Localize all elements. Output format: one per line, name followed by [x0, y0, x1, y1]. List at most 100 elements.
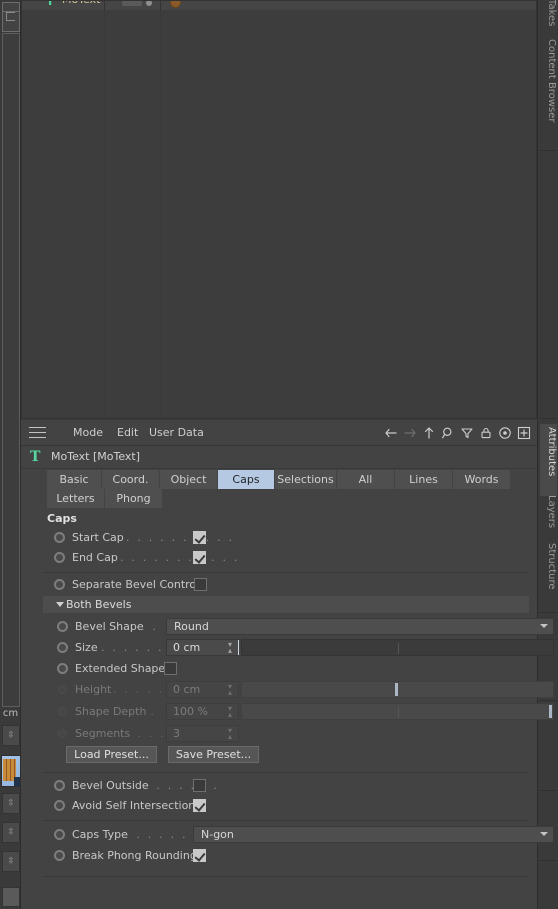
bevel-outside-checkbox[interactable]: [193, 779, 206, 792]
layout-preset-icon[interactable]: [2, 2, 20, 32]
end-cap-checkbox[interactable]: [193, 551, 206, 564]
leader-dots: . . . . . . . . . .: [126, 531, 235, 544]
row-label: Avoid Self Intersections: [72, 799, 201, 812]
menu-item-mode[interactable]: Mode: [73, 426, 103, 439]
animation-track-dot[interactable]: [57, 663, 68, 674]
size-input[interactable]: 0 cm ▾ ▴: [166, 639, 239, 656]
separate-bevel-controls-checkbox[interactable]: [194, 578, 207, 591]
animation-track-dot[interactable]: [54, 552, 65, 563]
object-visibility-dots[interactable]: [122, 1, 142, 6]
tab-phong[interactable]: Phong: [105, 489, 163, 508]
break-phong-rounding-checkbox[interactable]: [193, 849, 206, 862]
height-input[interactable]: 0 cm ▾ ▴: [166, 681, 239, 698]
segments-input[interactable]: 3 ▾ ▴: [166, 725, 239, 742]
animation-track-dot[interactable]: [54, 532, 65, 543]
slider-midmark: [398, 643, 399, 654]
menu-icon[interactable]: [29, 427, 46, 438]
filter-icon[interactable]: [460, 426, 474, 440]
left-rail: cm ⇳ ⇳ ⇳ ⇳: [0, 0, 21, 909]
group-label: Both Bevels: [66, 598, 132, 611]
animation-track-dot[interactable]: [54, 579, 65, 590]
timeline-strip[interactable]: [2, 33, 20, 707]
object-toggle-dot[interactable]: [146, 1, 152, 6]
rail-spinner-2[interactable]: ⇳: [2, 793, 20, 814]
slider-knob[interactable]: [395, 683, 398, 696]
tab-label: Words: [464, 473, 499, 486]
attribute-manager-toolbar: Mode Edit User Data: [21, 420, 537, 446]
attribute-object-header: T MoText [MoText]: [21, 446, 537, 469]
menu-item-edit[interactable]: Edit: [117, 426, 138, 439]
separator: [43, 772, 529, 773]
shape-depth-input[interactable]: 100 % ▾ ▴: [166, 703, 239, 720]
row-end-cap: End Cap . . . . . . . . . . .: [21, 548, 537, 568]
bevel-shape-dropdown[interactable]: Round: [166, 618, 554, 635]
animation-track-dot[interactable]: [57, 621, 68, 632]
back-arrow-icon[interactable]: [384, 426, 398, 440]
vtab-layers[interactable]: Layers: [540, 492, 557, 544]
vtab-content-browser[interactable]: Content Browser: [540, 36, 557, 154]
stepper-icon[interactable]: ▾ ▴: [226, 727, 234, 741]
row-label: Height: [75, 683, 112, 696]
tab-caps[interactable]: Caps: [218, 470, 275, 489]
tab-selections[interactable]: Selections: [275, 470, 337, 489]
animation-track-dot[interactable]: [58, 707, 67, 716]
height-slider[interactable]: [241, 681, 554, 698]
shape-depth-slider[interactable]: [241, 703, 554, 720]
separator: [43, 820, 529, 821]
add-panel-icon[interactable]: [517, 426, 531, 440]
object-manager-body[interactable]: [22, 10, 536, 418]
up-arrow-icon[interactable]: [422, 426, 436, 440]
animation-track-dot[interactable]: [54, 800, 65, 811]
start-cap-checkbox[interactable]: [193, 531, 206, 544]
tab-lines[interactable]: Lines: [395, 470, 453, 489]
tab-all[interactable]: All: [337, 470, 395, 489]
vtab-attributes[interactable]: Attributes: [540, 424, 557, 496]
tab-object[interactable]: Object: [160, 470, 218, 489]
object-manager-row-motext[interactable]: T MoText: [22, 1, 536, 10]
tab-basic[interactable]: Basic: [47, 470, 102, 489]
tab-label: Lines: [409, 473, 438, 486]
animation-track-dot[interactable]: [54, 829, 65, 840]
chevron-down-icon[interactable]: [56, 602, 64, 607]
record-target-icon[interactable]: [498, 426, 512, 440]
attribute-object-title: MoText [MoText]: [51, 450, 141, 463]
slider-knob[interactable]: [549, 705, 552, 718]
row-bevel-shape: Bevel Shape . . Round: [21, 617, 554, 637]
tab-coord[interactable]: Coord.: [102, 470, 160, 489]
row-label: Bevel Shape: [75, 620, 144, 633]
chevron-down-icon: [540, 624, 548, 628]
tab-label: Letters: [56, 492, 95, 505]
menu-item-user-data[interactable]: User Data: [149, 426, 204, 439]
tab-words[interactable]: Words: [453, 470, 511, 489]
save-preset-button[interactable]: Save Preset...: [168, 746, 259, 763]
group-both-bevels[interactable]: Both Bevels: [43, 596, 529, 613]
material-thumbnail[interactable]: [1, 755, 21, 787]
right-rail: Takes Content Browser Attributes Layers …: [537, 0, 558, 909]
caps-type-dropdown[interactable]: N-gon: [193, 826, 554, 843]
animation-track-dot[interactable]: [58, 729, 67, 738]
row-label: Extended Shape: [75, 662, 166, 675]
rail-spinner-4[interactable]: ⇳: [2, 851, 20, 872]
lock-icon[interactable]: [479, 426, 493, 440]
object-manager[interactable]: T MoText: [21, 0, 537, 419]
forward-arrow-icon[interactable]: [403, 426, 417, 440]
stepper-icon[interactable]: ▾ ▴: [226, 705, 234, 719]
animation-track-dot[interactable]: [54, 850, 65, 861]
size-slider[interactable]: [241, 639, 554, 656]
rail-bottom-button[interactable]: [2, 887, 20, 907]
object-tag-icon[interactable]: [170, 1, 181, 8]
stepper-icon[interactable]: ▾ ▴: [226, 641, 234, 655]
animation-track-dot[interactable]: [54, 780, 65, 791]
vtab-structure[interactable]: Structure: [540, 540, 557, 608]
rail-spinner-1[interactable]: ⇳: [2, 725, 20, 746]
load-preset-button[interactable]: Load Preset...: [66, 746, 157, 763]
stepper-icon[interactable]: ▾ ▴: [226, 683, 234, 697]
extended-shape-checkbox[interactable]: [164, 662, 177, 675]
animation-track-dot[interactable]: [58, 685, 67, 694]
animation-track-dot[interactable]: [57, 642, 68, 653]
row-break-phong-rounding: Break Phong Rounding: [21, 846, 537, 866]
search-icon[interactable]: [441, 426, 455, 440]
rail-spinner-3[interactable]: ⇳: [2, 822, 20, 843]
avoid-self-intersections-checkbox[interactable]: [193, 799, 206, 812]
tab-letters[interactable]: Letters: [47, 489, 105, 508]
